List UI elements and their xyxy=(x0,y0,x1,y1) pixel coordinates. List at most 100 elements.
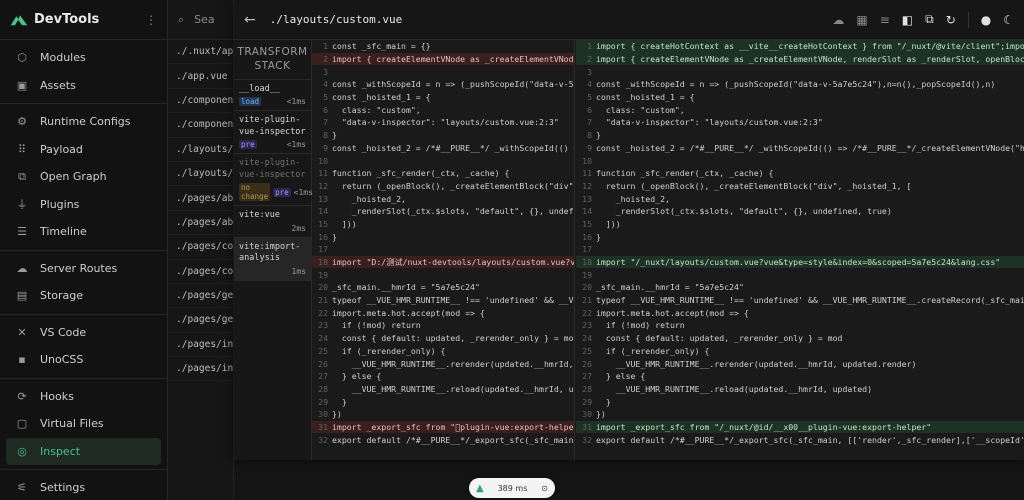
sidebar-item-settings[interactable]: ⚟ Settings xyxy=(6,474,161,500)
line-number: 10 xyxy=(582,155,592,166)
line-number: 16 xyxy=(582,231,592,242)
line-code: const _hoisted_1 = { xyxy=(596,92,695,103)
file-item[interactable]: ./components xyxy=(168,89,233,114)
search-input[interactable]: Sea xyxy=(194,13,215,26)
line-code: export default /*#__PURE__*/_export_sfc(… xyxy=(332,434,574,445)
code-line: 29 } xyxy=(576,395,1024,408)
file-item[interactable]: ./pages/abo xyxy=(168,211,233,236)
line-number: 13 xyxy=(582,193,592,204)
target-icon[interactable]: ⊙ xyxy=(541,484,548,493)
line-code: typeof __VUE_HMR_RUNTIME__ !== 'undefine… xyxy=(332,295,574,306)
github-icon[interactable]: ● xyxy=(981,13,991,27)
file-item[interactable]: ./layouts/de xyxy=(168,162,233,187)
line-code: return (_openBlock(), _createElementBloc… xyxy=(596,180,912,191)
file-item[interactable]: ./app.vue xyxy=(168,64,233,89)
sidebar-item-storage[interactable]: ▤ Storage xyxy=(6,282,161,310)
line-code: }) xyxy=(596,409,606,420)
line-number: 12 xyxy=(582,180,592,191)
sidebar-toggle-icon[interactable]: ◧ xyxy=(902,13,913,27)
file-item[interactable]: ./layouts/c xyxy=(168,138,233,162)
file-item[interactable]: ./pages/inde xyxy=(168,333,233,358)
sidebar-item-label: Timeline xyxy=(40,225,87,239)
file-item[interactable]: ./components xyxy=(168,113,233,138)
diff-icon[interactable]: ⧉ xyxy=(925,12,934,27)
sidebar-item-label: Runtime Configs xyxy=(40,115,131,129)
render-time: 389 ms xyxy=(497,483,528,493)
stack-badge: pre xyxy=(239,140,257,150)
sidebar-item-label: Virtual Files xyxy=(40,417,104,431)
sidebar-item-inspect[interactable]: ◎ Inspect xyxy=(6,437,161,465)
more-vertical-icon[interactable]: ⋮ xyxy=(145,13,157,27)
line-number: 1 xyxy=(323,41,328,52)
code-line: 6 class: "custom", xyxy=(312,103,574,116)
sidebar-item-hooks[interactable]: ⟳ Hooks xyxy=(6,383,161,411)
nuxt-logo-icon xyxy=(10,15,28,25)
sidebar: DevTools ⋮ ⬡ Modules ▣ Assets ⚙ Runtime Confi… xyxy=(0,0,168,500)
grid-icon[interactable]: ▦ xyxy=(856,13,867,27)
brand-header: DevTools ⋮ xyxy=(0,0,167,40)
stack-item[interactable]: vite-plugin-vue-inspector no change pre <1m… xyxy=(234,154,313,207)
line-number: 23 xyxy=(582,320,592,331)
stack-item-duration: <1ms xyxy=(286,140,306,150)
line-number: 28 xyxy=(318,383,328,394)
line-code: "data-v-inspector": "layouts/custom.vue:… xyxy=(332,117,559,128)
line-code: _hoisted_2, xyxy=(332,193,406,204)
sidebar-item-label: Payload xyxy=(40,142,83,156)
wrap-icon[interactable]: ≡ xyxy=(880,13,890,27)
file-search[interactable]: ⌕ Sea xyxy=(168,0,233,40)
line-number: 8 xyxy=(587,130,592,141)
code-line: 8} xyxy=(576,129,1024,142)
sidebar-item-vs-code[interactable]: ✕ VS Code xyxy=(6,319,161,347)
sidebar-item-runtime-configs[interactable]: ⚙ Runtime Configs xyxy=(6,108,161,136)
file-item[interactable]: ./pages/inde xyxy=(168,357,233,382)
sidebar-item-label: VS Code xyxy=(40,325,87,339)
code-line: 31 import _export_sfc from "/_nuxt/@id/__… xyxy=(576,420,1024,434)
file-item[interactable]: ./pages/abo xyxy=(168,186,233,211)
sidebar-item-modules[interactable]: ⬡ Modules xyxy=(6,44,161,72)
code-line: 22 import.meta.hot.accept(mod => { xyxy=(312,306,574,319)
file-item[interactable]: ./.nuxt/app xyxy=(168,40,233,65)
moon-icon[interactable]: ☾ xyxy=(1003,13,1014,27)
stack-item[interactable]: vite:vue 2ms xyxy=(234,206,311,238)
code-line: 13 _hoisted_2, xyxy=(576,192,1024,205)
sidebar-item-plugins[interactable]: ⏚ Plugins xyxy=(6,191,161,219)
stack-item[interactable]: vite-plugin-vue-inspector pre <1ms xyxy=(234,111,311,155)
sidebar-nav: ⬡ Modules ▣ Assets ⚙ Runtime Configs ⠿ Payload ⧉… xyxy=(0,40,167,500)
sidebar-item-label: Assets xyxy=(40,78,76,92)
back-arrow-icon[interactable]: ← xyxy=(244,12,256,28)
file-item[interactable]: ./pages/cont xyxy=(168,235,233,260)
file-item[interactable]: ./pages/cont xyxy=(168,260,233,284)
sidebar-item-label: Modules xyxy=(40,51,86,65)
sidebar-item-payload[interactable]: ⠿ Payload xyxy=(6,136,161,164)
line-code: } xyxy=(596,231,601,242)
code-line: 7 "data-v-inspector": "layouts/custom.vu… xyxy=(576,116,1024,129)
code-line: 23 if (!mod) return xyxy=(576,319,1024,332)
code-line: 10 xyxy=(576,154,1024,167)
sidebar-item-label: Inspect xyxy=(40,444,81,458)
code-line: 27 } else { xyxy=(312,370,574,383)
line-number: 22 xyxy=(318,307,328,318)
stack-item[interactable]: vite:import-analysis 1ms xyxy=(234,237,311,281)
sidebar-item-timeline[interactable]: ☰ Timeline xyxy=(6,218,161,246)
sidebar-item-virtual-files[interactable]: ▢ Virtual Files xyxy=(6,410,161,438)
bottom-status-pill[interactable]: ▲ 389 ms ⊙ xyxy=(469,478,555,498)
sidebar-item-unocss[interactable]: ▪ UnoCSS xyxy=(6,346,161,374)
line-code: function _sfc_render(_ctx, _cache) { xyxy=(596,168,774,179)
code-line: 18 import "D:/测试/nuxt-devtools/layouts/cu… xyxy=(312,255,574,269)
code-line: 4 const _withScopeId = n => (_pushScopeId… xyxy=(576,78,1024,91)
line-code: class: "custom", xyxy=(332,104,421,115)
sidebar-item-server-routes[interactable]: ☁ Server Routes xyxy=(6,255,161,283)
file-item[interactable]: ./pages/getE xyxy=(168,308,233,333)
line-code: return (_openBlock(), _createElementBloc… xyxy=(332,180,574,191)
sidebar-item-assets[interactable]: ▣ Assets xyxy=(6,72,161,100)
line-code: } else { xyxy=(596,371,646,382)
refresh-icon[interactable]: ↻ xyxy=(946,13,956,27)
file-item[interactable]: ./pages/getE xyxy=(168,284,233,309)
code-line: 15 ])) xyxy=(576,218,1024,231)
code-line: 32 export default /*#__PURE__*/_export_sf… xyxy=(312,433,574,446)
line-number: 30 xyxy=(582,409,592,420)
line-number: 3 xyxy=(587,66,592,77)
stack-item[interactable]: __load__ load <1ms xyxy=(234,80,311,112)
cloud-icon[interactable]: ☁ xyxy=(832,13,844,27)
sidebar-item-open-graph[interactable]: ⧉ Open Graph xyxy=(6,163,161,191)
